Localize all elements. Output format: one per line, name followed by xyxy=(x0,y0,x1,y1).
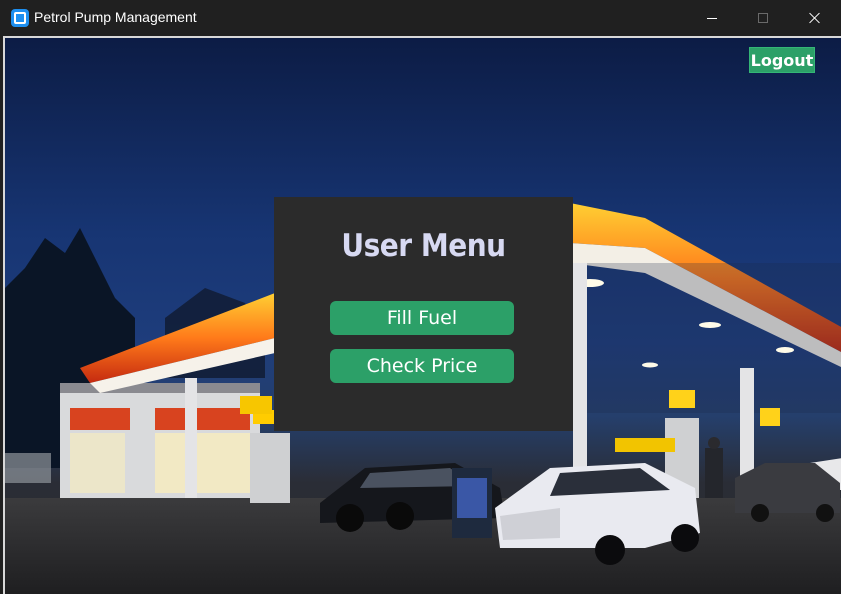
menu-title: User Menu xyxy=(341,227,506,264)
minimize-button[interactable] xyxy=(689,0,735,36)
maximize-button[interactable] xyxy=(740,0,786,36)
user-menu-panel: User Menu Fill Fuel Check Price xyxy=(274,197,573,431)
logout-button[interactable]: Logout xyxy=(749,47,815,73)
close-button[interactable] xyxy=(792,0,838,36)
window-content: Logout User Menu Fill Fuel Check Price xyxy=(3,36,841,594)
fill-fuel-button[interactable]: Fill Fuel xyxy=(330,301,514,335)
app-icon xyxy=(11,9,29,27)
check-price-button[interactable]: Check Price xyxy=(330,349,514,383)
window-title: Petrol Pump Management xyxy=(34,9,197,25)
close-icon xyxy=(809,12,821,24)
title-bar: Petrol Pump Management xyxy=(0,0,841,36)
maximize-icon xyxy=(758,13,768,23)
minimize-icon xyxy=(707,17,717,19)
